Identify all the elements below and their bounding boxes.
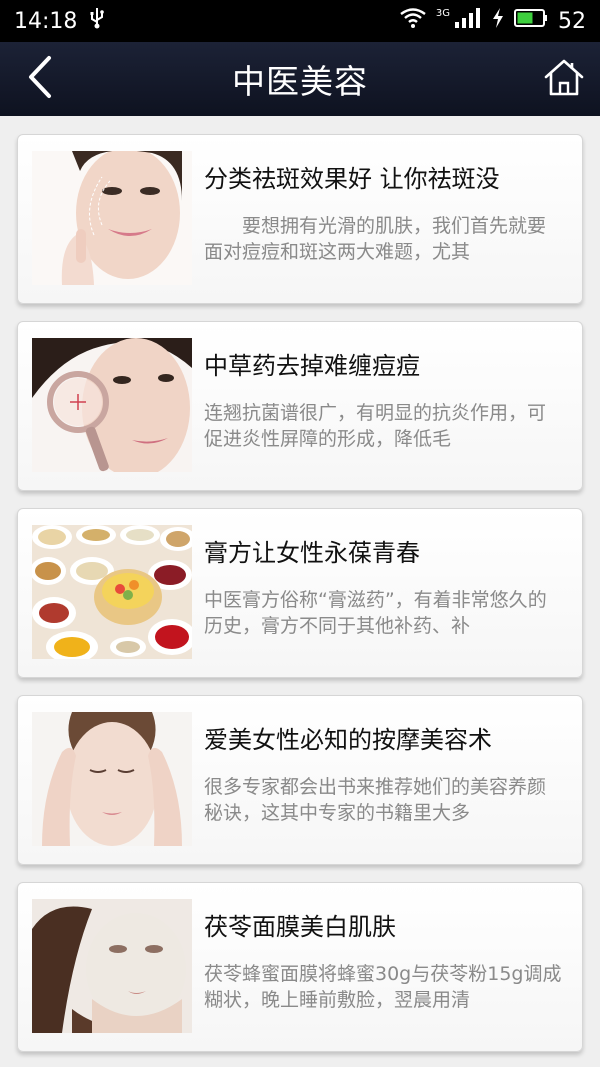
article-thumbnail	[32, 338, 192, 472]
article-summary: 很多专家都会出书来推荐她们的美容养颜秘诀，这其中专家的书籍里大多	[204, 774, 562, 834]
wifi-icon	[400, 8, 426, 34]
page-title: 中医美容	[232, 62, 368, 101]
back-arrow-icon	[25, 55, 55, 103]
article-thumbnail	[32, 712, 192, 846]
status-left: 14:18	[14, 7, 105, 35]
status-bar: 14:18 3G 52	[0, 0, 600, 42]
article-title: 膏方让女性永葆青春	[204, 539, 420, 567]
article-thumbnail	[32, 525, 192, 659]
usb-icon	[89, 7, 105, 35]
article-title: 分类祛斑效果好 让你祛斑没	[204, 165, 500, 193]
article-title: 茯苓面膜美白肌肤	[204, 913, 396, 941]
list-item[interactable]: 膏方让女性永葆青春 中医膏方俗称“膏滋药”，有着非常悠久的历史，膏方不同于其他补…	[17, 508, 583, 678]
status-right: 3G 52	[400, 7, 586, 35]
article-summary: 茯苓蜂蜜面膜将蜂蜜30g与茯苓粉15g调成糊状，晚上睡前敷脸，翌晨用清	[204, 961, 562, 1021]
list-item[interactable]: 爱美女性必知的按摩美容术 很多专家都会出书来推荐她们的美容养颜秘诀，这其中专家的…	[17, 695, 583, 865]
article-summary: 连翘抗菌谱很广，有明显的抗炎作用，可促进炎性屏障的形成，降低毛	[204, 400, 562, 460]
article-summary: 中医膏方俗称“膏滋药”，有着非常悠久的历史，膏方不同于其他补药、补	[204, 587, 562, 647]
battery-level: 52	[558, 8, 586, 34]
back-button[interactable]	[18, 56, 62, 102]
list-item[interactable]: 茯苓面膜美白肌肤 茯苓蜂蜜面膜将蜂蜜30g与茯苓粉15g调成糊状，晚上睡前敷脸，…	[17, 882, 583, 1052]
article-thumbnail	[32, 151, 192, 285]
signal-icon	[454, 7, 482, 35]
status-time: 14:18	[14, 8, 78, 34]
title-bar: 中医美容	[0, 42, 600, 116]
article-summary: 要想拥有光滑的肌肤，我们首先就要面对痘痘和斑这两大难题，尤其	[204, 213, 562, 273]
article-title: 中草药去掉难缠痘痘	[204, 352, 420, 380]
battery-icon	[514, 8, 548, 34]
home-button[interactable]	[542, 56, 586, 102]
network-type: 3G	[435, 7, 450, 19]
charging-icon	[492, 7, 504, 35]
list-item[interactable]: 中草药去掉难缠痘痘 连翘抗菌谱很广，有明显的抗炎作用，可促进炎性屏障的形成，降低…	[17, 321, 583, 491]
article-thumbnail	[32, 899, 192, 1033]
home-icon	[543, 57, 585, 101]
list-item[interactable]: 分类祛斑效果好 让你祛斑没 要想拥有光滑的肌肤，我们首先就要面对痘痘和斑这两大难…	[17, 134, 583, 304]
article-title: 爱美女性必知的按摩美容术	[204, 726, 492, 754]
